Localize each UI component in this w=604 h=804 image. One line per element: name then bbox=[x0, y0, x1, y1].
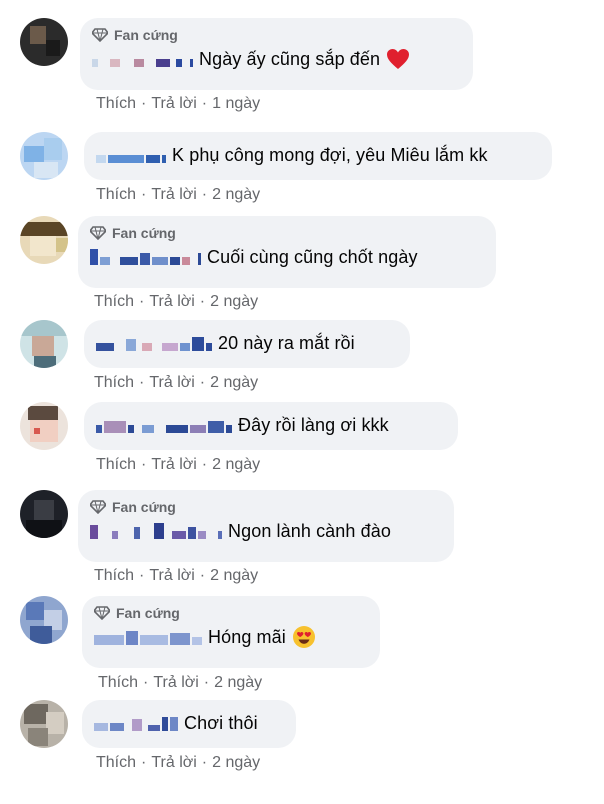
author-name-blurred[interactable] bbox=[90, 249, 203, 265]
like-button[interactable]: Thích bbox=[98, 674, 138, 691]
comment-text: Ngon lành cành đào bbox=[228, 520, 391, 541]
comment-text: 20 này ra mắt rồi bbox=[218, 332, 355, 353]
red-heart-icon bbox=[386, 48, 410, 70]
comment-text: Hóng mãi bbox=[208, 626, 286, 647]
separator: · bbox=[139, 374, 145, 391]
timestamp[interactable]: 1 ngày bbox=[212, 95, 260, 112]
separator: · bbox=[201, 95, 208, 112]
like-button[interactable]: Thích bbox=[96, 754, 136, 771]
comment-actions: Thích · Trả lời · 2 ngày bbox=[96, 754, 260, 772]
badge-label: Fan cứng bbox=[112, 225, 176, 241]
avatar[interactable] bbox=[20, 596, 68, 644]
diamond-icon bbox=[90, 500, 106, 514]
diamond-icon bbox=[94, 606, 110, 620]
separator: · bbox=[139, 567, 145, 584]
timestamp[interactable]: 2 ngày bbox=[212, 456, 260, 473]
comment-bubble: Fan cứng Ngày ấy cũng sắp đến bbox=[80, 18, 473, 90]
badge-label: Fan cứng bbox=[114, 27, 178, 43]
separator: · bbox=[201, 456, 208, 473]
badge-label: Fan cứng bbox=[112, 499, 176, 515]
reply-button[interactable]: Trả lời bbox=[151, 186, 196, 203]
timestamp[interactable]: 2 ngày bbox=[212, 754, 260, 771]
reply-button[interactable]: Trả lời bbox=[151, 754, 196, 771]
comment-bubble: Fan cứng Ngon lành cành đào bbox=[78, 490, 454, 562]
comment-actions: Thích · Trả lời · 2 ngày bbox=[96, 456, 260, 474]
avatar[interactable] bbox=[20, 402, 68, 450]
reply-button[interactable]: Trả lời bbox=[149, 374, 194, 391]
separator: · bbox=[141, 186, 147, 203]
heart-eyes-emoji-icon bbox=[292, 625, 316, 649]
comment-text: Ngày ấy cũng sắp đến bbox=[199, 48, 381, 69]
fan-badge: Fan cứng bbox=[92, 26, 461, 44]
author-name-blurred[interactable] bbox=[96, 417, 234, 433]
comment-actions: Thích · Trả lời · 1 ngày bbox=[96, 95, 260, 113]
reply-button[interactable]: Trả lời bbox=[151, 95, 196, 112]
comment-actions: Thích · Trả lời · 2 ngày bbox=[98, 674, 262, 692]
fan-badge: Fan cứng bbox=[90, 224, 484, 242]
comment-text: K phụ công mong đợi, yêu Miêu lắm kk bbox=[172, 144, 488, 165]
like-button[interactable]: Thích bbox=[94, 374, 134, 391]
author-name-blurred[interactable] bbox=[92, 51, 195, 67]
diamond-icon bbox=[92, 28, 108, 42]
diamond-icon bbox=[90, 226, 106, 240]
comment-text: Chơi thôi bbox=[184, 712, 258, 733]
fan-badge: Fan cứng bbox=[94, 604, 368, 622]
timestamp[interactable]: 2 ngày bbox=[214, 674, 262, 691]
author-name-blurred[interactable] bbox=[90, 523, 224, 539]
like-button[interactable]: Thích bbox=[96, 186, 136, 203]
comment-bubble: Chơi thôi bbox=[82, 700, 296, 748]
comment-bubble: Fan cứng Cuối cùng cũng chốt ngày bbox=[78, 216, 496, 288]
timestamp[interactable]: 2 ngày bbox=[212, 186, 260, 203]
timestamp[interactable]: 2 ngày bbox=[210, 374, 258, 391]
separator: · bbox=[201, 754, 208, 771]
avatar[interactable] bbox=[20, 132, 68, 180]
separator: · bbox=[199, 567, 206, 584]
comment-bubble: 20 này ra mắt rồi bbox=[84, 320, 410, 368]
separator: · bbox=[199, 293, 206, 310]
reply-button[interactable]: Trả lời bbox=[151, 456, 196, 473]
comment-actions: Thích · Trả lời · 2 ngày bbox=[94, 374, 258, 392]
separator: · bbox=[143, 674, 149, 691]
separator: · bbox=[139, 293, 145, 310]
separator: · bbox=[203, 674, 210, 691]
like-button[interactable]: Thích bbox=[94, 567, 134, 584]
avatar[interactable] bbox=[20, 700, 68, 748]
comment-bubble: Đây rồi làng ơi kkk bbox=[84, 402, 458, 450]
separator: · bbox=[141, 95, 147, 112]
comment-bubble: K phụ công mong đợi, yêu Miêu lắm kk bbox=[84, 132, 552, 180]
author-name-blurred[interactable] bbox=[96, 335, 214, 351]
reply-button[interactable]: Trả lời bbox=[149, 293, 194, 310]
author-name-blurred[interactable] bbox=[96, 147, 168, 163]
separator: · bbox=[141, 754, 147, 771]
like-button[interactable]: Thích bbox=[96, 95, 136, 112]
comment-actions: Thích · Trả lời · 2 ngày bbox=[96, 186, 260, 204]
author-name-blurred[interactable] bbox=[94, 629, 204, 645]
like-button[interactable]: Thích bbox=[96, 456, 136, 473]
badge-label: Fan cứng bbox=[116, 605, 180, 621]
like-button[interactable]: Thích bbox=[94, 293, 134, 310]
fan-badge: Fan cứng bbox=[90, 498, 442, 516]
comment-bubble: Fan cứng Hóng mãi bbox=[82, 596, 380, 668]
avatar[interactable] bbox=[20, 18, 68, 66]
avatar[interactable] bbox=[20, 216, 68, 264]
avatar[interactable] bbox=[20, 320, 68, 368]
comment-text: Đây rồi làng ơi kkk bbox=[238, 414, 389, 435]
author-name-blurred[interactable] bbox=[94, 715, 180, 731]
timestamp[interactable]: 2 ngày bbox=[210, 293, 258, 310]
timestamp[interactable]: 2 ngày bbox=[210, 567, 258, 584]
separator: · bbox=[201, 186, 208, 203]
avatar[interactable] bbox=[20, 490, 68, 538]
reply-button[interactable]: Trả lời bbox=[153, 674, 198, 691]
comment-actions: Thích · Trả lời · 2 ngày bbox=[94, 293, 258, 311]
reply-button[interactable]: Trả lời bbox=[149, 567, 194, 584]
separator: · bbox=[199, 374, 206, 391]
comment-actions: Thích · Trả lời · 2 ngày bbox=[94, 567, 258, 585]
comment-text: Cuối cùng cũng chốt ngày bbox=[207, 246, 418, 267]
separator: · bbox=[141, 456, 147, 473]
